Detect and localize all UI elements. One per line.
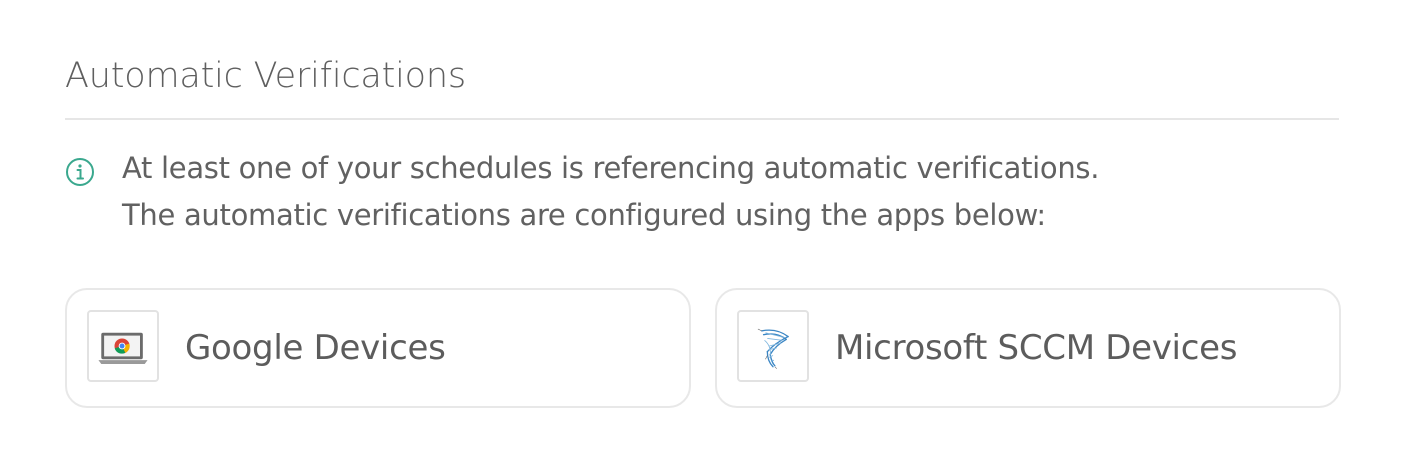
section-title: Automatic Verifications (65, 56, 466, 96)
app-logo-frame (737, 310, 809, 382)
app-label: Microsoft SCCM Devices (835, 328, 1238, 368)
sccm-icon (757, 328, 789, 369)
app-cards: Google Devices Microsoft SCCM Devices (65, 288, 1341, 408)
app-card-microsoft-sccm-devices[interactable]: Microsoft SCCM Devices (715, 288, 1341, 408)
info-line-1: At least one of your schedules is refere… (122, 151, 1100, 185)
info-line-2: The automatic verifications are configur… (122, 198, 1046, 232)
info-text: At least one of your schedules is refere… (122, 145, 1099, 239)
chromebook-icon (98, 332, 148, 364)
app-label: Google Devices (185, 328, 446, 368)
section-divider (65, 118, 1339, 120)
info-circle-icon (66, 158, 94, 186)
app-logo-frame (87, 310, 159, 382)
app-card-google-devices[interactable]: Google Devices (65, 288, 691, 408)
